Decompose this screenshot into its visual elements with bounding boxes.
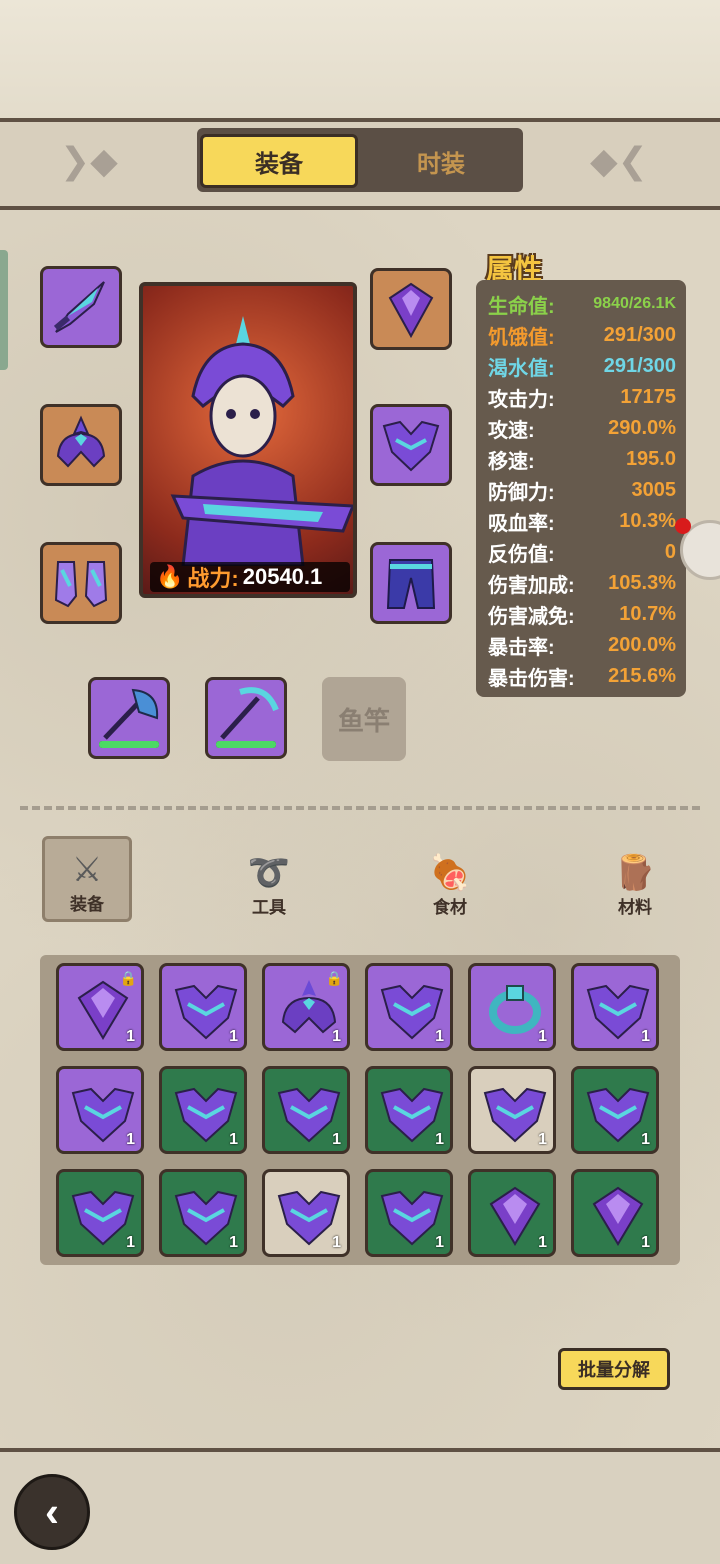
pants-icon (386, 559, 436, 609)
attr-row-damage-bonus: 伤害加成: 105.3% (488, 571, 676, 597)
item-count: 1 (641, 1131, 650, 1148)
inventory-slot[interactable]: 1 (159, 963, 247, 1051)
item-count: 1 (126, 1131, 135, 1148)
item-count: 1 (332, 1131, 341, 1148)
helmet-icon (56, 415, 106, 468)
armor-slot[interactable] (370, 404, 452, 486)
character-portrait (139, 282, 357, 598)
tab-equipment[interactable]: 装备 (200, 134, 358, 188)
inventory-grid: 🔒 1 1 🔒 1 1 1 1 1 1 1 1 1 1 1 1 1 1 1 1 (40, 955, 680, 1265)
character-icon (170, 316, 353, 568)
item-count: 1 (538, 1028, 547, 1045)
left-arrow-decoration: ❯◆ (60, 140, 118, 181)
inventory-slot[interactable]: 1 (571, 963, 659, 1051)
inventory-slot[interactable]: 1 (468, 1066, 556, 1154)
right-arrow-decoration: ◆❮ (590, 140, 648, 181)
inventory-slot[interactable]: 1 (468, 963, 556, 1051)
category-equipment[interactable]: ⚔ 装备 (42, 836, 132, 922)
item-count: 1 (229, 1131, 238, 1148)
meat-icon: 🍖 (428, 854, 472, 892)
side-tab-handle[interactable] (0, 250, 8, 370)
durability-bar (216, 741, 276, 748)
power-label: 战力: (187, 566, 239, 591)
crossed-swords-icon: ⚔ (71, 851, 103, 889)
inventory-slot[interactable]: 🔒 1 (262, 963, 350, 1051)
inventory-slot[interactable]: 1 (365, 1169, 453, 1257)
item-count: 1 (332, 1234, 341, 1251)
back-button[interactable]: ‹ (14, 1474, 90, 1550)
item-count: 1 (229, 1028, 238, 1045)
notification-dot (675, 518, 691, 534)
boots-icon (54, 561, 108, 608)
attr-row-attack-speed: 攻速: 290.0% (488, 416, 676, 442)
item-count: 1 (538, 1234, 547, 1251)
item-count: 1 (126, 1234, 135, 1251)
combat-power-badge: 🔥 战力: 20540.1 (150, 562, 350, 592)
inventory-slot[interactable]: 1 (159, 1066, 247, 1154)
lock-icon: 🔒 (119, 970, 137, 986)
power-value: 20540.1 (242, 564, 323, 589)
attr-row-reflect: 反伤值: 0 (488, 540, 676, 566)
inventory-slot[interactable]: 1 (56, 1169, 144, 1257)
attr-row-crit-rate: 暴击率: 200.0% (488, 633, 676, 659)
axe-icon (103, 688, 159, 740)
inventory-slot[interactable]: 1 (365, 1066, 453, 1154)
inventory-slot[interactable]: 1 (365, 963, 453, 1051)
item-count: 1 (435, 1131, 444, 1148)
armor-icon (382, 420, 440, 472)
fishing-rod-slot[interactable]: 鱼竿 (322, 677, 406, 761)
attr-row-thirst: 渴水值: 291/300 (488, 354, 676, 380)
item-count: 1 (641, 1234, 650, 1251)
pants-slot[interactable] (370, 542, 452, 624)
wood-icon: 🪵 (613, 854, 657, 892)
attr-row-hp: 生命值: 9840/26.1K (488, 295, 676, 318)
attr-row-attack: 攻击力: 17175 (488, 385, 676, 411)
gem-slot[interactable] (370, 268, 452, 350)
batch-decompose-button[interactable]: 批量分解 (558, 1348, 670, 1390)
top-background (0, 0, 720, 118)
inventory-slot[interactable]: 1 (571, 1066, 659, 1154)
attr-row-damage-reduction: 伤害减免: 10.7% (488, 602, 676, 628)
item-count: 1 (641, 1028, 650, 1045)
back-arrow-icon: ‹ (45, 1488, 59, 1535)
category-materials[interactable]: 🪵 材料 (590, 836, 680, 922)
pickaxe-slot[interactable] (205, 677, 287, 759)
boots-slot[interactable] (40, 542, 122, 624)
weapon-slot[interactable] (40, 266, 122, 348)
category-food[interactable]: 🍖 食材 (405, 836, 495, 922)
item-count: 1 (435, 1234, 444, 1251)
flame-icon: 🔥 (156, 564, 184, 589)
attr-row-defense: 防御力: 3005 (488, 478, 676, 504)
attr-row-crit-damage: 暴击伤害: 215.6% (488, 664, 676, 690)
inventory-slot[interactable]: 1 (262, 1066, 350, 1154)
item-count: 1 (126, 1028, 135, 1045)
lock-icon: 🔒 (325, 970, 343, 986)
helmet-slot[interactable] (40, 404, 122, 486)
inventory-slot[interactable]: 1 (468, 1169, 556, 1257)
durability-bar (99, 741, 159, 748)
attr-row-hunger: 饥饿值: 291/300 (488, 323, 676, 349)
category-tools[interactable]: ➰ 工具 (224, 836, 314, 922)
inventory-slot[interactable]: 1 (262, 1169, 350, 1257)
item-count: 1 (538, 1131, 547, 1148)
gem-icon (388, 282, 434, 339)
pickaxe-icon (220, 687, 279, 740)
section-divider (20, 806, 700, 810)
sword-icon (53, 281, 105, 333)
item-count: 1 (435, 1028, 444, 1045)
inventory-slot[interactable]: 1 (56, 1066, 144, 1154)
rope-icon: ➰ (247, 854, 291, 892)
inventory-slot[interactable]: 1 (571, 1169, 659, 1257)
inventory-slot[interactable]: 1 (159, 1169, 247, 1257)
axe-slot[interactable] (88, 677, 170, 759)
tab-costume[interactable]: 时装 (362, 134, 520, 188)
attributes-panel: 生命值: 9840/26.1K 饥饿值: 291/300 渴水值: 291/300 攻… (476, 280, 686, 697)
item-count: 1 (332, 1028, 341, 1045)
inventory-slot[interactable]: 🔒 1 (56, 963, 144, 1051)
bottom-bar (0, 1448, 720, 1564)
attr-row-move-speed: 移速: 195.0 (488, 447, 676, 473)
item-count: 1 (229, 1234, 238, 1251)
attr-row-lifesteal: 吸血率: 10.3% (488, 509, 676, 535)
